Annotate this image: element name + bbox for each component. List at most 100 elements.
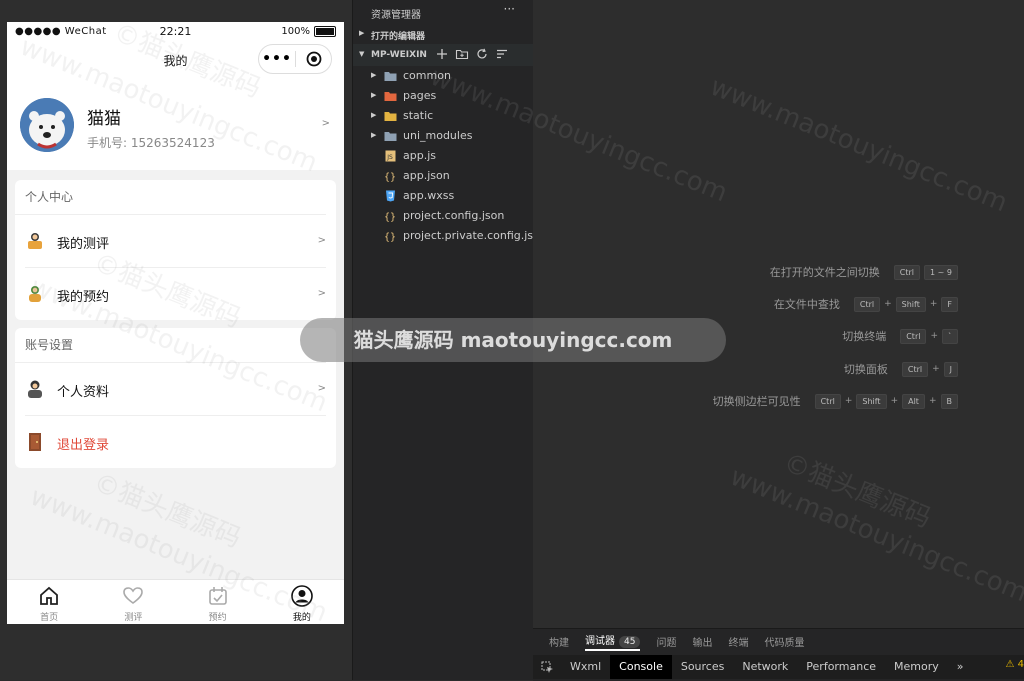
tree-folder-pages[interactable]: ▶ pages — [353, 86, 533, 106]
devtools-tab-console[interactable]: Console — [610, 655, 672, 679]
warning-count[interactable]: ⚠ 4 — [1005, 659, 1024, 670]
tab-home[interactable]: 首页 — [7, 580, 91, 624]
inspect-cursor-icon — [541, 661, 553, 673]
shortcut-switch-files: 在打开的文件之间切换 Ctrl 1 ~ 9 — [770, 263, 958, 281]
key-cap: Shift — [895, 296, 926, 312]
new-file-icon[interactable] — [435, 47, 449, 61]
devtools-tab-memory[interactable]: Memory — [885, 655, 948, 679]
js-file-icon: JS — [385, 150, 396, 162]
tab-mine[interactable]: 我的 — [260, 580, 344, 624]
list-item-label: 个人资料 — [57, 385, 110, 400]
user-name: 猫猫 — [87, 109, 121, 129]
list-item-my-appointment[interactable]: 我的预约 > — [25, 268, 326, 320]
devtools-tab-wxml[interactable]: Wxml — [561, 655, 610, 679]
open-editors-section[interactable]: ▶ 打开的编辑器 — [353, 24, 533, 44]
tab-label: 首页 — [40, 613, 59, 623]
tab-appointment[interactable]: 预约 — [176, 580, 260, 624]
project-section[interactable]: ▼ MP-WEIXIN — [353, 44, 533, 66]
list-item-label: 我的预约 — [57, 290, 110, 305]
key-cap: ` — [942, 328, 958, 344]
folder-icon — [384, 92, 397, 101]
chevron-right-icon: > — [317, 288, 326, 299]
tab-output[interactable]: 输出 — [692, 634, 712, 649]
list-item-my-assessment[interactable]: 我的测评 > — [25, 215, 326, 268]
tab-code-quality[interactable]: 代码质量 — [764, 634, 804, 649]
devtools-tabs: Wxml Console Sources Network Performance… — [533, 655, 1024, 679]
key-cap: F — [941, 296, 958, 312]
nav-bar: 我的 ••• — [7, 42, 344, 78]
devtools-tab-network[interactable]: Network — [733, 655, 797, 679]
svg-text:JS: JS — [386, 154, 393, 161]
tab-debugger[interactable]: 调试器 45 — [585, 632, 641, 651]
logout-label: 退出登录 — [57, 438, 110, 453]
list-item-profile[interactable]: 个人资料 > — [25, 363, 326, 416]
logout-button[interactable]: 退出登录 — [25, 416, 326, 468]
tab-bar: 首页 测评 预约 我的 — [7, 579, 344, 624]
tab-terminal[interactable]: 终端 — [728, 634, 748, 649]
shortcut-label: 切换面板 — [843, 363, 888, 376]
folder-icon — [384, 132, 397, 141]
editor-area: 在打开的文件之间切换 Ctrl 1 ~ 9 在文件中查找 Ctrl + Shift… — [533, 0, 1024, 628]
status-bar: ●●●●● WeChat 22:21 100% — [7, 22, 344, 42]
collapse-all-icon[interactable] — [495, 47, 509, 61]
battery-percent: 100% — [281, 26, 310, 37]
shortcut-toggle-terminal: 切换终端 Ctrl + ` — [842, 327, 958, 345]
tab-label: 我的 — [292, 613, 311, 623]
json-file-icon: {} — [384, 212, 396, 222]
tree-file-project-config[interactable]: {} project.config.json — [353, 206, 533, 226]
chevron-right-icon: > — [317, 235, 326, 246]
more-tabs-button[interactable]: » — [948, 655, 973, 679]
tree-item-label: app.wxss — [403, 189, 455, 202]
chevron-down-icon: ▼ — [359, 50, 365, 58]
shortcut-find-in-files: 在文件中查找 Ctrl + Shift + F — [774, 295, 958, 313]
home-icon — [40, 586, 59, 605]
bottom-panel: 构建 调试器 45 问题 输出 终端 代码质量 Wxml Console Sour… — [533, 628, 1024, 681]
tree-folder-static[interactable]: ▶ static — [353, 106, 533, 126]
personal-center-card: 个人中心 我的测评 > 我的预约 > — [15, 180, 336, 320]
user-icon — [291, 585, 313, 607]
tab-label: 测评 — [124, 613, 143, 623]
tree-item-label: pages — [403, 89, 437, 102]
chevron-right-icon: ▶ — [371, 111, 377, 119]
key-cap: Ctrl — [900, 328, 927, 344]
tree-file-project-private-config[interactable]: {} project.private.config.js... — [353, 226, 544, 246]
heart-icon — [123, 587, 144, 604]
watermark-banner: 猫头鹰源码 maotouyingcc.com — [300, 318, 726, 362]
key-cap: Ctrl — [893, 264, 921, 280]
tree-item-label: static — [403, 109, 434, 122]
tree-file-app-wxss[interactable]: app.wxss — [353, 186, 533, 206]
more-button[interactable]: ••• — [259, 45, 295, 73]
json-file-icon: {} — [384, 172, 396, 182]
more-actions-button[interactable]: ··· — [504, 2, 515, 16]
folder-icon — [384, 112, 397, 121]
shortcut-label: 在文件中查找 — [773, 298, 840, 311]
tab-assessment[interactable]: 测评 — [91, 580, 175, 624]
refresh-icon[interactable] — [475, 47, 489, 61]
tab-problems[interactable]: 问题 — [656, 634, 676, 649]
tree-file-app-json[interactable]: {} app.json — [353, 166, 533, 186]
tree-folder-common[interactable]: ▶ common — [353, 66, 533, 86]
css-file-icon — [386, 190, 395, 202]
shortcut-label: 在打开的文件之间切换 — [769, 266, 880, 279]
devtools-tab-performance[interactable]: Performance — [797, 655, 885, 679]
devtools-tab-sources[interactable]: Sources — [672, 655, 734, 679]
inspect-element-button[interactable] — [533, 661, 561, 674]
profile-icon — [28, 380, 42, 398]
key-cap: Ctrl — [853, 296, 881, 312]
new-folder-icon[interactable] — [455, 47, 469, 61]
list-item-label: 我的测评 — [57, 237, 110, 252]
chevron-right-icon: > — [321, 118, 330, 129]
polar-bear-avatar-icon — [20, 98, 74, 152]
phone-screen: ●●●●● WeChat 22:21 100% 我的 ••• 猫猫 手机号: 1… — [7, 22, 344, 624]
avatar — [20, 98, 74, 152]
chevron-right-icon: ▶ — [359, 29, 365, 37]
tree-folder-uni-modules[interactable]: ▶ uni_modules — [353, 126, 533, 146]
json-file-icon: {} — [384, 232, 396, 242]
close-miniprogram-button[interactable] — [296, 51, 331, 67]
account-settings-card: 账号设置 个人资料 > 退出登录 — [15, 328, 336, 468]
tree-file-app-js[interactable]: JS app.js — [353, 146, 533, 166]
explorer-title: 资源管理器 — [371, 10, 421, 21]
chevron-right-icon: > — [317, 383, 326, 394]
profile-card[interactable]: 猫猫 手机号: 15263524123 > — [7, 78, 344, 170]
tab-build[interactable]: 构建 — [549, 634, 569, 649]
